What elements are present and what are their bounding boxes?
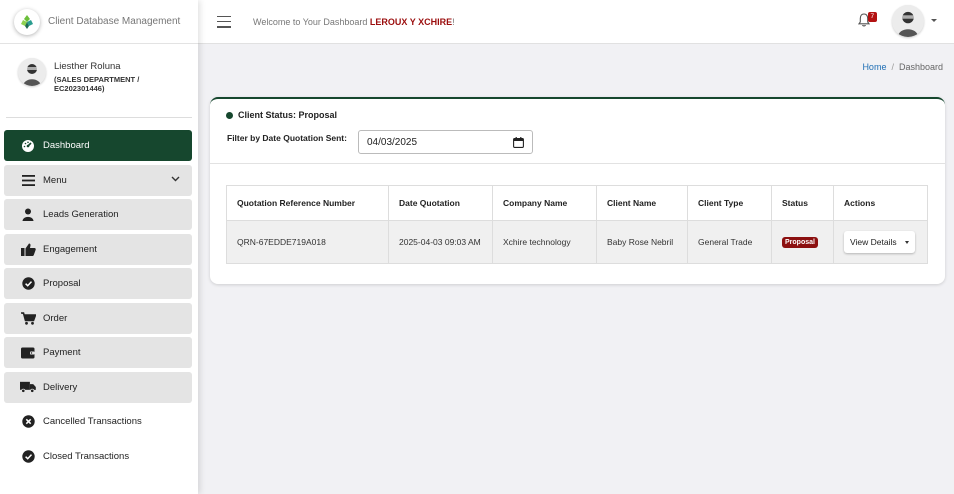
column-header-client-type[interactable]: Client Type <box>687 185 772 221</box>
sidebar-item-label: Closed Transactions <box>43 450 130 462</box>
calendar-icon[interactable] <box>513 137 524 151</box>
cell-client-type: General Trade <box>687 220 772 264</box>
sidebar-item-dashboard[interactable]: Dashboard <box>4 130 192 161</box>
cell-client: Baby Rose Nebril <box>596 220 688 264</box>
menu-icon <box>20 173 36 187</box>
sidebar-item-label: Menu <box>43 174 67 186</box>
top-header: Welcome to Your Dashboard LEROUX Y XCHIR… <box>198 0 954 44</box>
card-title: Client Status: Proposal <box>226 110 337 120</box>
user-panel: Liesther Roluna (SALES DEPARTMENT / EC20… <box>6 44 192 118</box>
wallet-icon <box>20 346 36 360</box>
sidebar-item-order[interactable]: Order <box>4 302 192 334</box>
truck-icon <box>20 380 36 394</box>
filter-date-input[interactable]: 04/03/2025 <box>358 130 533 154</box>
cart-icon <box>20 311 36 325</box>
sidebar-item-proposal[interactable]: Proposal <box>4 268 192 299</box>
breadcrumb-separator: / <box>891 62 894 72</box>
sidebar-nav: Dashboard Menu Leads Generation Engageme… <box>4 130 192 475</box>
view-details-button[interactable]: View Details <box>844 231 915 253</box>
sidebar: Client Database Management Liesther Rolu… <box>0 0 198 494</box>
filter-date-label: Filter by Date Quotation Sent: <box>227 133 347 143</box>
caret-down-icon <box>904 240 909 244</box>
brand[interactable]: Client Database Management <box>0 0 198 44</box>
x-circle-icon <box>20 415 36 429</box>
chevron-down-icon[interactable] <box>171 174 180 185</box>
cell-reference: QRN-67EDDE719A018 <box>226 220 389 264</box>
thumbs-up-icon <box>20 242 36 256</box>
sidebar-item-label: Order <box>43 312 68 324</box>
sidebar-item-label: Cancelled Transactions <box>43 416 142 427</box>
card-title-text: Client Status: Proposal <box>238 110 338 120</box>
cell-status: Proposal <box>771 220 834 264</box>
client-status-card: Client Status: Proposal Filter by Date Q… <box>210 97 945 284</box>
notification-count-badge: 7 <box>868 12 877 22</box>
column-header-date[interactable]: Date Quotation <box>388 185 493 221</box>
cell-company: Xchire technology <box>492 220 597 264</box>
breadcrumb: Home / Dashboard <box>862 62 943 72</box>
sidebar-item-label: Delivery <box>43 381 78 393</box>
sidebar-item-payment[interactable]: Payment <box>4 337 192 368</box>
table-row: QRN-67EDDE719A018 2025-04-03 09:03 AM Xc… <box>226 220 928 264</box>
card-divider <box>210 163 945 164</box>
status-dot-icon <box>226 111 233 119</box>
app-title: Client Database Management <box>48 16 181 27</box>
sidebar-item-label: Engagement <box>43 243 97 255</box>
gauge-icon <box>20 139 36 153</box>
quotation-table: Quotation Reference Number Date Quotatio… <box>226 185 928 264</box>
breadcrumb-current: Dashboard <box>898 62 943 72</box>
welcome-suffix: ! <box>452 16 455 27</box>
column-header-client[interactable]: Client Name <box>596 185 688 221</box>
column-header-company[interactable]: Company Name <box>492 185 597 221</box>
sidebar-item-closed-transactions[interactable]: Closed Transactions <box>4 441 192 472</box>
welcome-name: LEROUX Y XCHIRE <box>369 16 453 27</box>
profile-dropdown-caret-icon[interactable] <box>931 19 937 22</box>
cell-actions: View Details <box>833 220 928 264</box>
profile-avatar[interactable] <box>892 5 924 37</box>
user-avatar <box>18 58 46 86</box>
sidebar-item-label: Leads Generation <box>43 209 119 220</box>
hamburger-menu-icon[interactable] <box>217 15 231 28</box>
user-name: Liesther Roluna <box>54 61 121 72</box>
cell-date: 2025-04-03 09:03 AM <box>388 220 493 264</box>
check-circle-icon <box>20 449 36 463</box>
filter-date-value: 04/03/2025 <box>367 136 418 148</box>
column-header-reference[interactable]: Quotation Reference Number <box>226 185 389 221</box>
table-header-row: Quotation Reference Number Date Quotatio… <box>226 185 928 221</box>
sidebar-item-label: Dashboard <box>43 140 90 151</box>
column-header-actions: Actions <box>833 185 928 221</box>
user-icon <box>20 208 36 222</box>
check-circle-icon <box>20 277 36 291</box>
sidebar-item-delivery[interactable]: Delivery <box>4 371 192 403</box>
status-badge: Proposal <box>782 237 818 248</box>
sidebar-item-label: Proposal <box>43 278 81 289</box>
breadcrumb-home-link[interactable]: Home <box>862 62 886 72</box>
column-header-status[interactable]: Status <box>771 185 834 221</box>
welcome-prefix: Welcome to Your Dashboard <box>253 16 370 27</box>
sidebar-item-menu[interactable]: Menu <box>4 164 192 196</box>
app-logo-icon <box>14 8 40 35</box>
view-details-label: View Details <box>850 237 897 247</box>
welcome-message: Welcome to Your Dashboard LEROUX Y XCHIR… <box>253 17 455 27</box>
sidebar-item-leads-generation[interactable]: Leads Generation <box>4 199 192 230</box>
sidebar-item-engagement[interactable]: Engagement <box>4 233 192 265</box>
user-department: (SALES DEPARTMENT / EC202301446) <box>54 75 140 93</box>
sidebar-item-label: Payment <box>43 347 81 358</box>
sidebar-item-cancelled-transactions[interactable]: Cancelled Transactions <box>4 406 192 437</box>
